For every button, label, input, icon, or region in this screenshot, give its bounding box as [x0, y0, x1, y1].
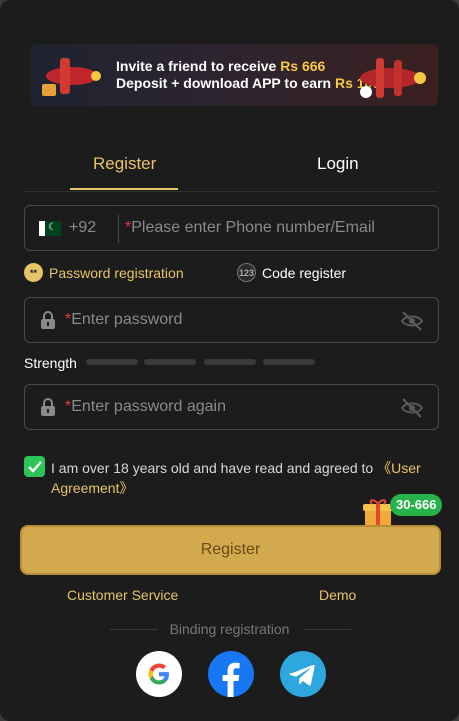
code-mode-icon: 123: [237, 263, 256, 282]
code-register-option[interactable]: 123 Code register: [237, 263, 346, 282]
password-field[interactable]: *Enter password: [24, 297, 439, 343]
facebook-icon: [222, 662, 240, 697]
lock-icon: [41, 398, 55, 416]
demo-link[interactable]: Demo: [319, 587, 356, 603]
check-icon: [27, 460, 42, 473]
pakistan-flag-icon[interactable]: ☾: [39, 221, 61, 236]
binding-registration: Binding registration: [0, 621, 459, 639]
binding-registration-label: Binding registration: [169, 621, 290, 637]
lock-icon: [41, 311, 55, 329]
password-strength: Strength: [24, 355, 439, 371]
eye-off-icon[interactable]: [400, 310, 424, 332]
confirm-password-input[interactable]: *Enter password again: [65, 398, 226, 416]
auth-tabs: Register Login: [24, 140, 438, 192]
confirm-password-field[interactable]: *Enter password again: [24, 384, 439, 430]
google-login-button[interactable]: [136, 651, 182, 697]
password-registration-label: Password registration: [49, 264, 184, 281]
facebook-login-button[interactable]: [208, 651, 254, 697]
code-register-label: Code register: [262, 264, 347, 281]
promo-badge: 30-666: [390, 494, 443, 516]
strength-label: Strength: [24, 355, 77, 371]
phone-email-field[interactable]: ☾ +92 *Please enter Phone number/Email: [24, 205, 439, 251]
agreement-checkbox[interactable]: [24, 456, 45, 477]
tab-login[interactable]: Login: [317, 154, 359, 174]
gift-icon: [363, 499, 393, 526]
register-button[interactable]: Register: [20, 525, 441, 575]
banner-text: Invite a friend to receive Rs 666 Deposi…: [116, 58, 381, 91]
register-panel: Invite a friend to receive Rs 666 Deposi…: [0, 0, 459, 721]
strength-segment: [86, 359, 138, 365]
strength-segment: [204, 359, 256, 365]
strength-segment: [144, 359, 196, 365]
agreement-text: I am over 18 years old and have read and…: [51, 460, 421, 496]
divider-line: [303, 629, 351, 630]
strength-segment: [263, 359, 315, 365]
google-icon: [148, 663, 169, 685]
customer-service-link[interactable]: Customer Service: [67, 587, 178, 603]
telegram-icon: [289, 664, 315, 686]
tab-register[interactable]: Register: [93, 154, 156, 174]
promo-banner[interactable]: Invite a friend to receive Rs 666 Deposi…: [30, 44, 438, 106]
password-input[interactable]: *Enter password: [65, 311, 182, 329]
country-code[interactable]: +92: [69, 219, 96, 237]
password-mode-icon: **: [24, 263, 43, 282]
red-plane-icon: [42, 58, 101, 96]
phone-email-input[interactable]: *Please enter Phone number/Email: [125, 219, 375, 237]
telegram-login-button[interactable]: [280, 651, 326, 697]
eye-off-icon[interactable]: [400, 397, 424, 419]
password-registration-option[interactable]: ** Password registration: [24, 263, 184, 282]
registration-mode-row: ** Password registration 123 Code regist…: [24, 263, 439, 285]
active-tab-underline: [70, 188, 178, 190]
biplane-icon: [360, 58, 426, 98]
field-divider: [118, 215, 119, 243]
